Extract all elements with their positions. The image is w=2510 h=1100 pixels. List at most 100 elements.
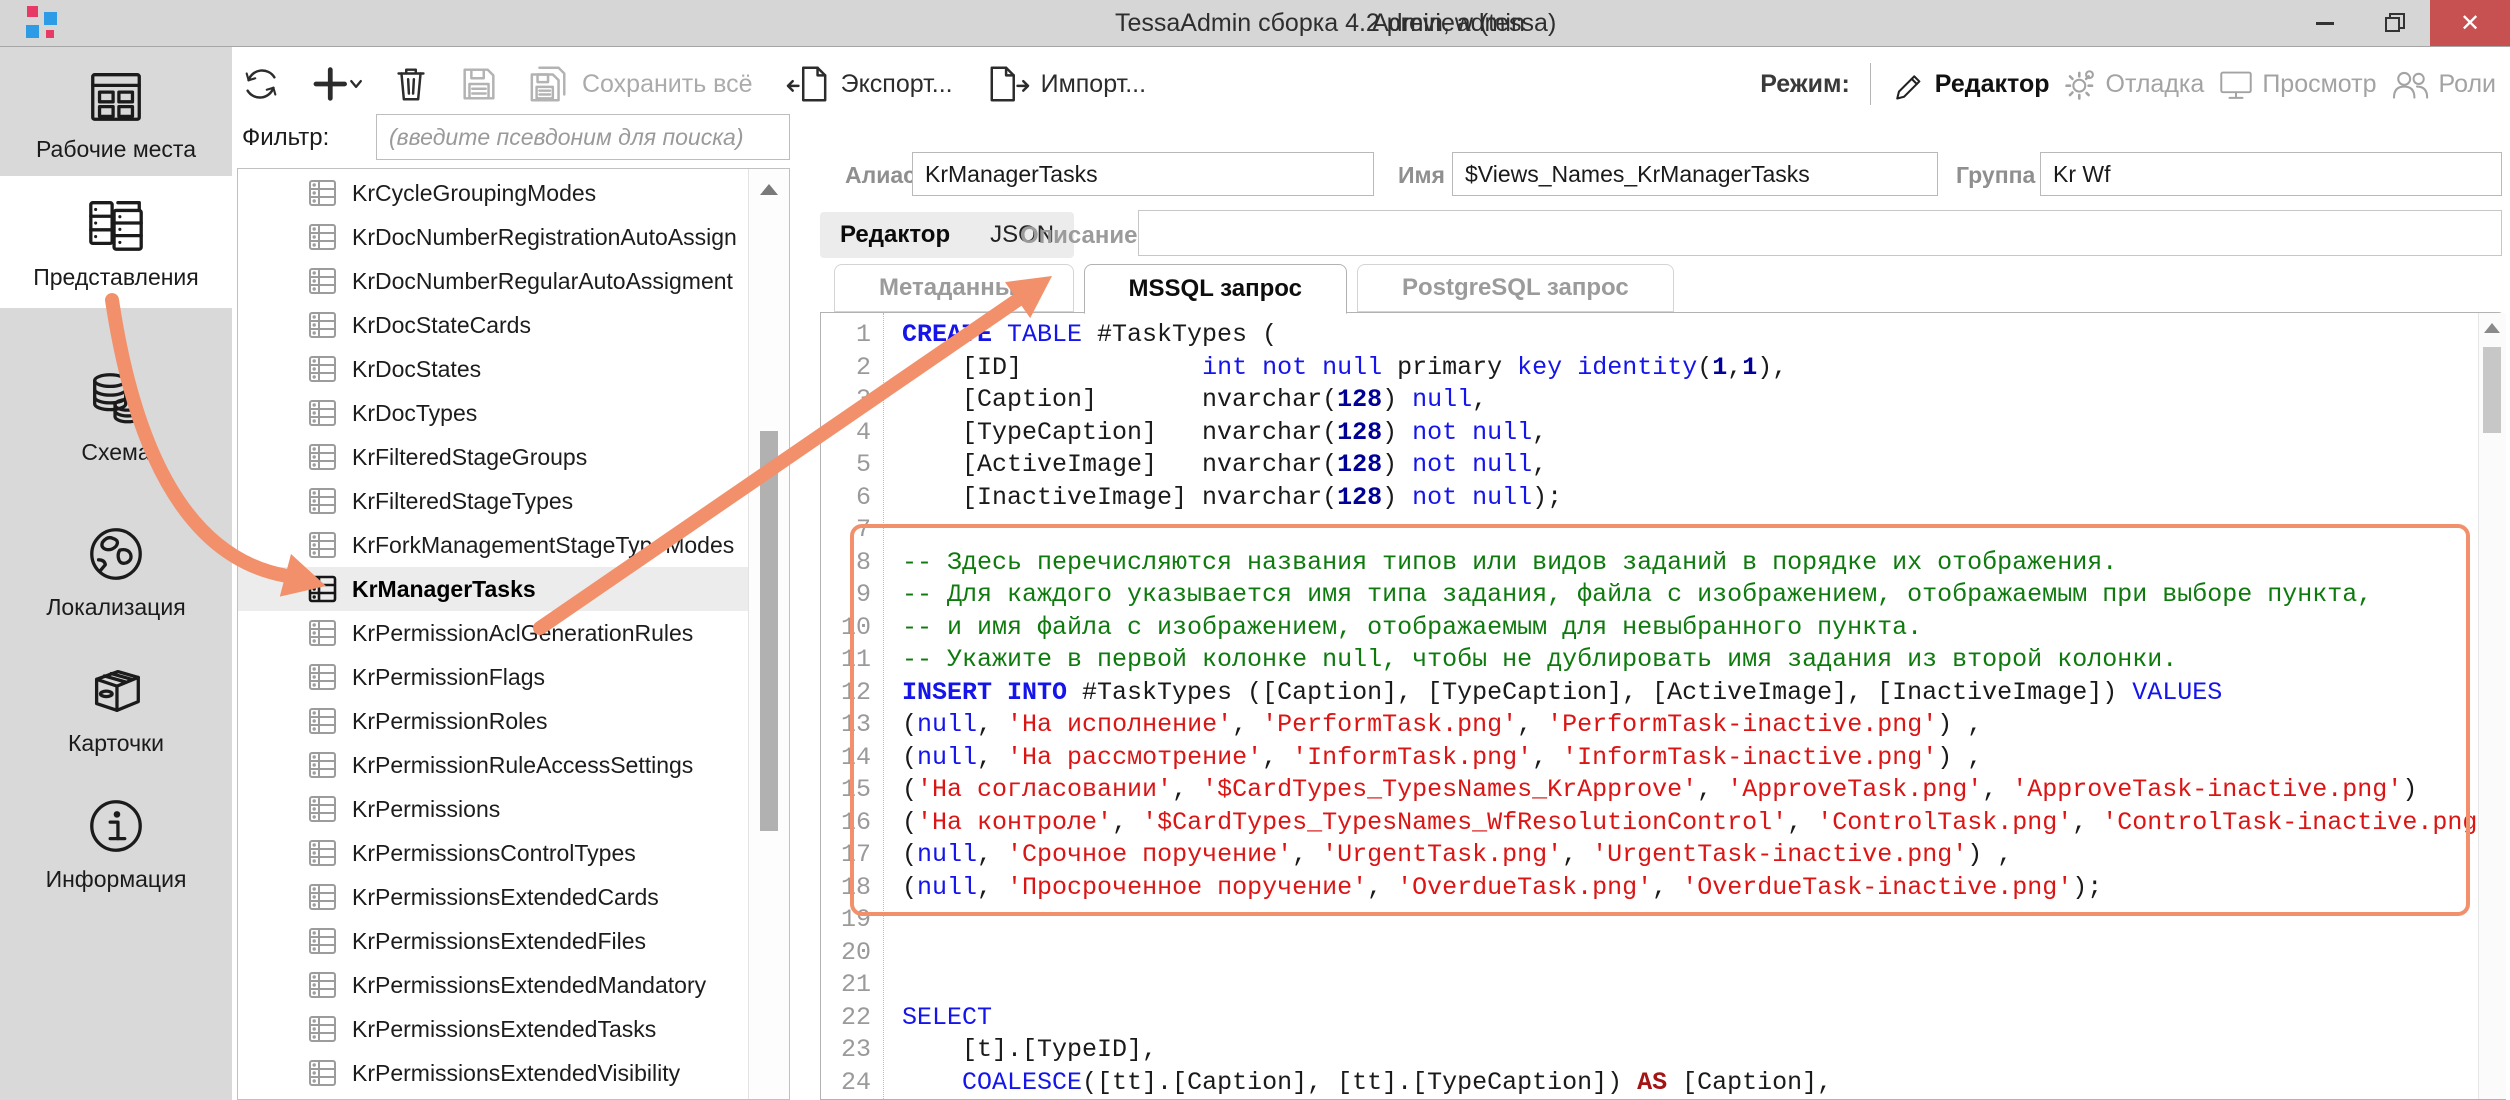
code-line: [TypeCaption] nvarchar(128) not null, [902,417,2505,450]
sidebar-item-label: Схема [81,439,150,466]
code-line: CREATE TABLE #TaskTypes ( [902,319,2505,352]
minimize-button[interactable] [2290,0,2360,46]
list-scrollbar[interactable] [748,169,789,1099]
scroll-up-button[interactable] [749,177,789,201]
tab-mssql-query[interactable]: MSSQL запрос [1084,264,1347,314]
tab-metadata[interactable]: Метаданные [834,264,1074,312]
view-item-icon [308,354,338,384]
view-list-item[interactable]: KrPermissionsExtendedFiles [238,919,750,963]
line-number: 12 [821,677,883,710]
view-list-item[interactable]: KrPermissionsExtendedCards [238,875,750,919]
view-item-icon [308,750,338,780]
monitor-icon [2218,67,2254,101]
sidebar-item-label: Рабочие места [36,136,196,163]
line-number: 24 [821,1067,883,1100]
sidebar-item-information[interactable]: Информация [0,779,232,909]
line-number: 10 [821,612,883,645]
scrollbar-thumb[interactable] [760,431,778,831]
alias-input[interactable] [912,152,1374,196]
line-number: 1 [821,319,883,352]
tab-label: Метаданные [879,274,1029,302]
view-list-item[interactable]: KrPermissionFlags [238,655,750,699]
sidebar-item-localization[interactable]: Локализация [0,507,232,637]
code-line: -- Укажите в первой колонке null, чтобы … [902,644,2505,677]
divider [1870,63,1871,105]
view-item-label: KrFilteredStageTypes [352,488,573,515]
code-line [902,514,2505,547]
code-area[interactable]: CREATE TABLE #TaskTypes ( [ID] int not n… [883,313,2505,1099]
line-number: 8 [821,547,883,580]
name-input[interactable] [1452,152,1938,196]
view-list-item[interactable]: KrDocNumberRegistrationAutoAssign [238,215,750,259]
group-input[interactable] [2040,152,2502,196]
delete-button[interactable] [390,63,432,105]
view-item-icon [308,926,338,956]
view-item-icon [308,442,338,472]
editor-scrollbar[interactable] [2478,313,2506,1099]
sidebar-item-workplaces[interactable]: Рабочие места [0,55,232,173]
mode-editor[interactable]: Редактор [1893,67,2050,101]
localization-icon [85,523,147,585]
save-button[interactable] [458,63,500,105]
sidebar-item-schema[interactable]: Схема [0,347,232,487]
view-item-label: KrPermissionsExtendedFiles [352,928,646,955]
view-list-item[interactable]: KrPermissionRuleAccessSettings [238,743,750,787]
view-item-icon [308,486,338,516]
view-list-item[interactable]: KrManagerTasks [238,567,750,611]
code-line: (null, 'Просроченное поручение', 'Overdu… [902,872,2505,905]
view-list-item[interactable]: KrPermissionsControlTypes [238,831,750,875]
view-list-item[interactable]: KrCycleGroupingModes [238,171,750,215]
add-button[interactable] [308,63,364,105]
view-list-item[interactable]: KrDocTypes [238,391,750,435]
import-label[interactable]: Импорт... [1041,70,1146,99]
view-list-item[interactable]: KrFilteredStageTypes [238,479,750,523]
export-button[interactable] [785,63,831,105]
filter-input[interactable] [376,114,790,160]
mode-roles[interactable]: Роли [2391,67,2496,101]
view-list-item[interactable]: KrForkManagementStageTypeModes [238,523,750,567]
view-item-icon [308,574,338,604]
description-input[interactable] [1138,210,2502,256]
save-all-button[interactable] [526,63,572,105]
view-item-icon [308,882,338,912]
close-icon: ✕ [2460,9,2480,38]
code-line: (null, 'Срочное поручение', 'UrgentTask.… [902,839,2505,872]
code-line: COALESCE([tt].[Caption], [tt].[TypeCapti… [902,1067,2505,1100]
subtab-editor[interactable]: Редактор [820,221,970,249]
close-button[interactable]: ✕ [2430,0,2510,46]
view-list-item[interactable]: KrPermissions [238,787,750,831]
line-number: 16 [821,807,883,840]
import-button[interactable] [985,63,1031,105]
view-list-item[interactable]: KrDocStates [238,347,750,391]
view-list-item[interactable]: KrDocStateCards [238,303,750,347]
code-line: ('На контроле', '$CardTypes_TypesNames_W… [902,807,2505,840]
view-item-icon [308,266,338,296]
code-line: [t].[TypeID], [902,1034,2505,1067]
view-item-label: KrDocStates [352,356,481,383]
line-number: 3 [821,384,883,417]
sidebar: Рабочие места Представления [0,47,232,1100]
mode-debug[interactable]: Отладка [2064,67,2205,101]
mode-preview[interactable]: Просмотр [2218,67,2376,101]
mode-label: Отладка [2106,70,2205,99]
tab-postgresql-query[interactable]: PostgreSQL запрос [1357,264,1674,312]
code-line: [ID] int not null primary key identity(1… [902,352,2505,385]
sidebar-item-views[interactable]: Представления [0,176,232,308]
view-list-item[interactable]: KrDocNumberRegularAutoAssigment [238,259,750,303]
editor-scrollbar-thumb[interactable] [2483,347,2501,433]
view-item-icon [308,178,338,208]
line-number: 14 [821,742,883,775]
refresh-button[interactable] [240,63,282,105]
view-list-item[interactable]: KrPermissionRoles [238,699,750,743]
export-label[interactable]: Экспорт... [841,70,953,99]
view-list-item[interactable]: KrPermissionsExtendedMandatory [238,963,750,1007]
view-list-item[interactable]: KrPermissionAclGenerationRules [238,611,750,655]
restore-button[interactable] [2360,0,2430,46]
mode-label: Редактор [1935,70,2050,99]
code-line: [Caption] nvarchar(128) null, [902,384,2505,417]
sidebar-item-cards[interactable]: Карточки [0,643,232,773]
view-list-item[interactable]: KrFilteredStageGroups [238,435,750,479]
view-item-label: KrPermissionsControlTypes [352,840,636,867]
view-list-item[interactable]: KrPermissionsExtendedVisibility [238,1051,750,1095]
view-list-item[interactable]: KrPermissionsExtendedTasks [238,1007,750,1051]
